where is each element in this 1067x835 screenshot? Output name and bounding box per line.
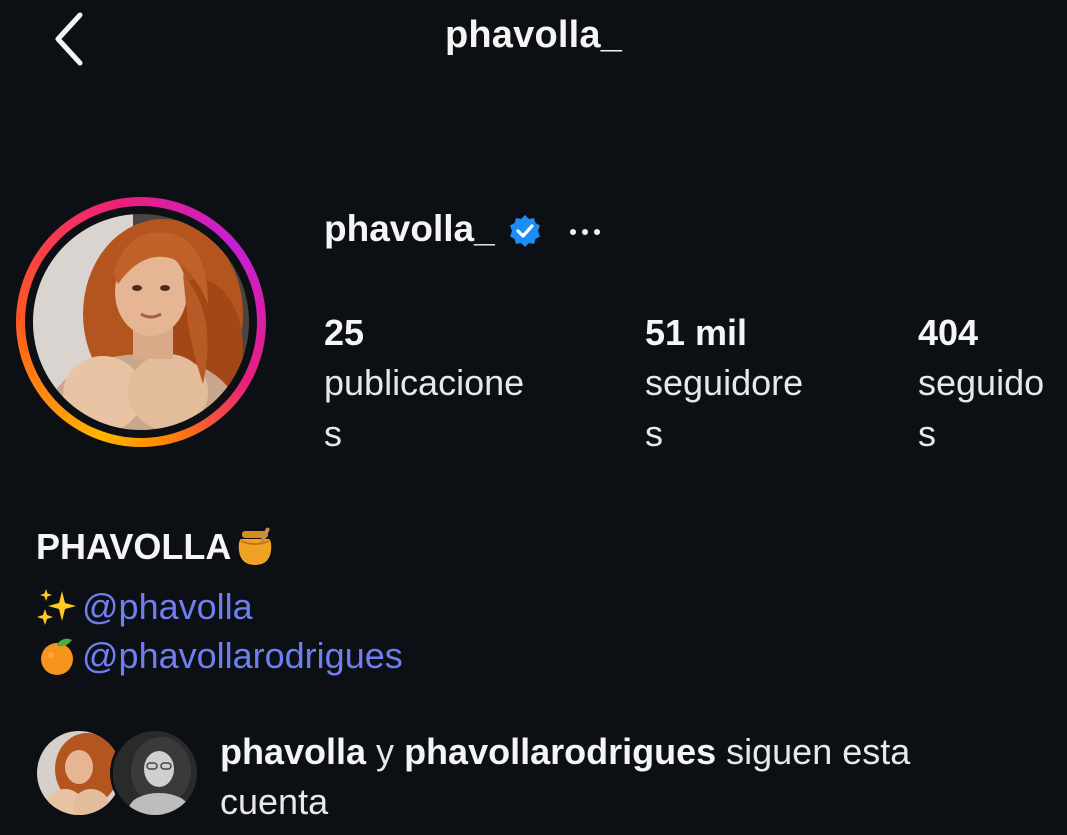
more-options-button[interactable] <box>560 212 610 252</box>
bio-full-name: PHAVOLLA <box>36 526 279 568</box>
profile-username[interactable]: phavolla_ <box>324 208 495 250</box>
header-title: phavolla_ <box>444 14 623 56</box>
mutual-user-1[interactable]: phavolla <box>220 731 366 772</box>
bio-link-text: @phavolla <box>82 586 253 627</box>
bio-name-text: PHAVOLLA <box>36 526 232 567</box>
followers-label: seguidores <box>645 362 804 454</box>
mutual-avatar <box>110 728 200 818</box>
mutual-user-2[interactable]: phavollarodrigues <box>404 731 716 772</box>
profile-avatar[interactable] <box>16 197 266 447</box>
mutual-followers-text[interactable]: phavolla y phavollarodrigues siguen esta… <box>220 727 960 827</box>
followers-count: 51 mil <box>645 312 748 353</box>
posts-count: 25 <box>324 312 365 353</box>
tangerine-icon <box>41 638 73 675</box>
following-count: 404 <box>918 312 979 353</box>
mutual-followers-avatars[interactable] <box>34 728 204 820</box>
bio-link-phavolla[interactable]: @phavolla <box>36 586 253 628</box>
posts-label: publicaciones <box>324 362 525 454</box>
stat-following[interactable]: 404 seguidos <box>918 311 1056 459</box>
honey-pot-icon <box>239 527 272 565</box>
verified-badge-icon <box>508 214 542 248</box>
more-horizontal-icon <box>570 229 600 235</box>
following-label: seguidos <box>918 362 1045 454</box>
bio-link-phavollarodrigues[interactable]: @phavollarodrigues <box>36 635 403 677</box>
bio-link-text: @phavollarodrigues <box>82 635 403 676</box>
profile-photo <box>33 214 249 430</box>
stat-posts[interactable]: 25 publicaciones <box>324 311 542 459</box>
sparkles-icon <box>37 589 76 625</box>
stat-followers[interactable]: 51 mil seguidores <box>645 311 813 459</box>
mutual-connector: y <box>366 731 405 772</box>
